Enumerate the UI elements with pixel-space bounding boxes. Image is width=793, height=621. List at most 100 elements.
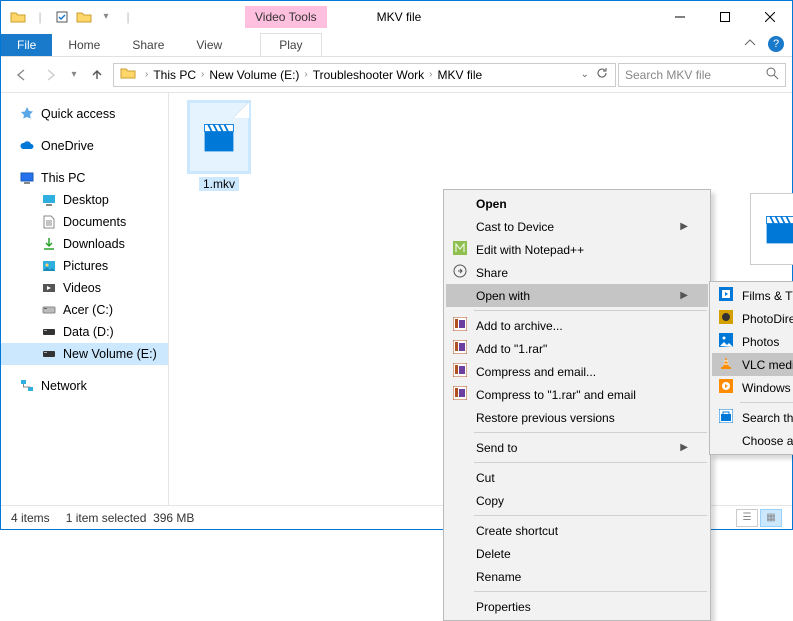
nav-item-icon xyxy=(41,192,57,208)
nav-item-label: Pictures xyxy=(63,259,108,273)
menu-item-label: Windows Media Player xyxy=(742,381,793,395)
ribbon-expand-icon[interactable] xyxy=(736,33,764,56)
file-item[interactable] xyxy=(739,193,793,269)
star-icon xyxy=(19,106,35,122)
context-menu-item-cast-to-device[interactable]: Cast to Device▶ xyxy=(446,215,708,238)
explorer-window: | ▾ | Video Tools MKV file File Home Sha… xyxy=(0,0,793,530)
context-menu-item-copy[interactable]: Copy xyxy=(446,489,708,512)
crumb-folder1[interactable]: Troubleshooter Work xyxy=(313,68,424,82)
context-menu-item-add-to-archive-[interactable]: Add to archive... xyxy=(446,314,708,337)
qat-check-icon[interactable] xyxy=(51,6,73,28)
file-item[interactable]: 1.mkv xyxy=(177,101,261,191)
qat-overflow-icon[interactable]: ▾ xyxy=(95,6,117,28)
nav-onedrive[interactable]: OneDrive xyxy=(1,135,168,157)
context-menu-item-add-to-1-rar-[interactable]: Add to "1.rar" xyxy=(446,337,708,360)
crumb-thispc[interactable]: This PC xyxy=(153,68,196,82)
qat-folder-icon[interactable] xyxy=(73,6,95,28)
details-view-button[interactable]: ☰ xyxy=(736,509,758,527)
chevron-right-icon[interactable]: › xyxy=(145,69,148,80)
nav-item-acer-c-[interactable]: Acer (C:) xyxy=(1,299,168,321)
menu-item-label: Share xyxy=(476,266,508,280)
nav-item-label: Videos xyxy=(63,281,101,295)
search-icon[interactable] xyxy=(765,66,779,83)
contextual-tab-label: Video Tools xyxy=(245,6,327,28)
tab-view[interactable]: View xyxy=(180,34,238,56)
tab-share[interactable]: Share xyxy=(116,34,180,56)
tab-file[interactable]: File xyxy=(1,34,52,56)
up-button[interactable] xyxy=(83,61,111,89)
view-switcher: ☰ ▦ xyxy=(736,509,782,527)
crumb-drive[interactable]: New Volume (E:) xyxy=(209,68,299,82)
menu-item-label: Search the Store xyxy=(742,411,793,425)
context-menu-item-share[interactable]: Share xyxy=(446,261,708,284)
context-menu-item-send-to[interactable]: Send to▶ xyxy=(446,436,708,459)
nav-network[interactable]: Network xyxy=(1,375,168,397)
nav-quick-access[interactable]: Quick access xyxy=(1,103,168,125)
cloud-icon xyxy=(19,138,35,154)
minimize-button[interactable] xyxy=(657,1,702,32)
nav-item-desktop[interactable]: Desktop xyxy=(1,189,168,211)
nav-pane: Quick access OneDrive This PC DesktopDoc… xyxy=(1,93,169,505)
forward-button[interactable] xyxy=(37,61,65,89)
nav-item-icon xyxy=(41,258,57,274)
chevron-right-icon[interactable]: › xyxy=(429,69,432,80)
open-with-submenu: Films & TV PhotoDirector for acerPhotosVL… xyxy=(709,281,793,455)
vlc-icon xyxy=(717,356,735,373)
rar-icon xyxy=(451,386,469,403)
openwith-item-photodirector-for-acer[interactable]: PhotoDirector for acer xyxy=(712,307,793,330)
tab-home[interactable]: Home xyxy=(52,34,116,56)
close-button[interactable] xyxy=(747,1,792,32)
menu-item-label: Compress to "1.rar" and email xyxy=(476,388,636,402)
menu-item-label: Add to archive... xyxy=(476,319,563,333)
context-menu-item-rename[interactable]: Rename xyxy=(446,565,708,588)
openwith-item-search-the-store[interactable]: Search the Store xyxy=(712,406,793,429)
nav-item-icon xyxy=(41,280,57,296)
breadcrumb[interactable]: › This PC › New Volume (E:) › Troublesho… xyxy=(113,63,616,87)
nav-item-data-d-[interactable]: Data (D:) xyxy=(1,321,168,343)
menu-item-label: Open with xyxy=(476,289,530,303)
context-menu-item-create-shortcut[interactable]: Create shortcut xyxy=(446,519,708,542)
openwith-item-choose-another-app[interactable]: Choose another app xyxy=(712,429,793,452)
chevron-right-icon[interactable]: › xyxy=(304,69,307,80)
context-menu-item-cut[interactable]: Cut xyxy=(446,466,708,489)
openwith-item-films-tv[interactable]: Films & TV xyxy=(712,284,793,307)
nav-item-documents[interactable]: Documents xyxy=(1,211,168,233)
context-menu-item-properties[interactable]: Properties xyxy=(446,595,708,618)
context-menu-item-open-with[interactable]: Open with▶ xyxy=(446,284,708,307)
context-menu-item-compress-to-1-rar-and-email[interactable]: Compress to "1.rar" and email xyxy=(446,383,708,406)
qat-divider-icon: | xyxy=(117,6,139,28)
context-menu-item-delete[interactable]: Delete xyxy=(446,542,708,565)
crumb-folder2[interactable]: MKV file xyxy=(437,68,482,82)
nav-item-icon xyxy=(41,302,57,318)
history-dropdown-icon[interactable]: ⌄ xyxy=(581,69,589,80)
refresh-icon[interactable] xyxy=(595,66,609,83)
openwith-item-windows-media-player[interactable]: Windows Media Player xyxy=(712,376,793,399)
tab-play[interactable]: Play xyxy=(260,33,321,56)
context-menu-item-open[interactable]: Open xyxy=(446,192,708,215)
rar-icon xyxy=(451,317,469,334)
nav-item-pictures[interactable]: Pictures xyxy=(1,255,168,277)
maximize-button[interactable] xyxy=(702,1,747,32)
nav-item-videos[interactable]: Videos xyxy=(1,277,168,299)
context-menu-item-edit-with-notepad-[interactable]: Edit with Notepad++ xyxy=(446,238,708,261)
help-icon[interactable]: ? xyxy=(768,36,784,52)
back-button[interactable] xyxy=(7,61,35,89)
content-area[interactable]: 1.mkv Open Cast to Device▶Edit with Notep… xyxy=(169,93,792,505)
nav-item-new-volume-e-[interactable]: New Volume (E:) xyxy=(1,343,168,365)
menu-item-label: Send to xyxy=(476,441,517,455)
menu-item-label: Films & TV xyxy=(742,289,793,303)
nav-item-downloads[interactable]: Downloads xyxy=(1,233,168,255)
menu-item-label: Cast to Device xyxy=(476,220,554,234)
icons-view-button[interactable]: ▦ xyxy=(760,509,782,527)
openwith-item-photos[interactable]: Photos xyxy=(712,330,793,353)
window-title: MKV file xyxy=(367,10,432,24)
search-input[interactable]: Search MKV file xyxy=(618,63,786,87)
share-icon xyxy=(451,264,469,281)
nav-thispc[interactable]: This PC xyxy=(1,167,168,189)
menu-item-label: Open xyxy=(476,197,507,211)
openwith-item-vlc-media-player[interactable]: VLC media player xyxy=(712,353,793,376)
context-menu-item-restore-previous-versions[interactable]: Restore previous versions xyxy=(446,406,708,429)
recent-button[interactable]: ▾ xyxy=(67,61,81,89)
chevron-right-icon[interactable]: › xyxy=(201,69,204,80)
context-menu-item-compress-and-email-[interactable]: Compress and email... xyxy=(446,360,708,383)
